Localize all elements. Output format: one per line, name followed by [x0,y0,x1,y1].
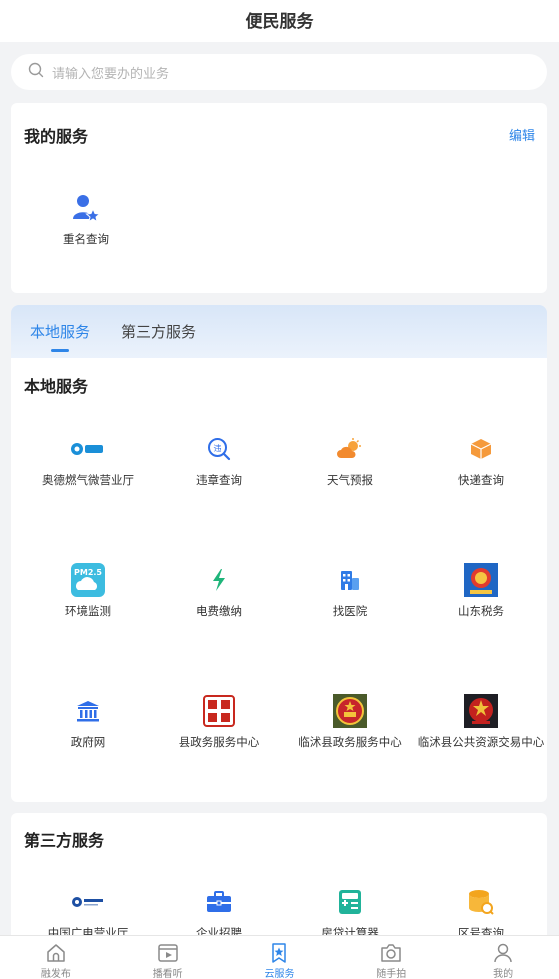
my-services-title: 我的服务 [24,127,89,146]
home-icon [45,943,67,963]
page-title: 便民服务 [0,0,559,42]
service-item-hospital[interactable]: 找医院 [285,563,415,619]
nav-item-cloud-service[interactable]: 云服务 [224,936,336,979]
nav-item-release[interactable]: 融发布 [0,936,112,979]
hospital-icon [333,563,367,597]
tab-third-party-services[interactable]: 第三方服务 [121,321,196,342]
party-emblem-icon [464,694,498,728]
service-tabs: 本地服务 第三方服务 [11,305,547,365]
edit-button[interactable]: 编辑 [509,125,535,144]
nav-label: 云服务 [264,969,295,979]
third-party-services-card: 第三方服务 中国广电营业厅 企业招聘 房贷计算器 区号查询 [11,813,547,953]
service-item-area-code[interactable]: 区号查询 [416,885,546,941]
nav-label: 融发布 [40,969,71,979]
government-building-icon [71,694,105,728]
nav-label: 随手拍 [376,969,407,979]
active-tab-indicator [51,349,69,352]
service-item-linshu-center[interactable]: 临沭县政务服务中心 [285,694,415,750]
database-search-icon [464,885,498,919]
service-item-express[interactable]: 快递查询 [416,432,546,488]
tab-local-services[interactable]: 本地服务 [30,321,90,342]
service-item-mortgage[interactable]: 房贷计算器 [285,885,415,941]
service-item-recruit[interactable]: 企业招聘 [154,885,284,941]
service-item-violation[interactable]: 违 违章查询 [154,432,284,488]
pm25-icon: PM2.5 [71,563,105,597]
service-item-electricity[interactable]: 电费缴纳 [154,563,284,619]
service-item-gov-website[interactable]: 政府网 [23,694,153,750]
service-label: 山东税务 [458,604,504,618]
service-label: 天气预报 [327,473,373,487]
calculator-icon [333,885,367,919]
briefcase-icon [202,885,236,919]
service-label: 快递查询 [458,473,504,487]
nav-item-watch[interactable]: 播看听 [112,936,224,979]
svg-text:违: 违 [214,444,222,453]
user-icon [492,943,514,963]
service-item-county-center[interactable]: 县政务服务中心 [154,694,284,750]
tax-emblem-icon [464,563,498,597]
national-emblem-icon [333,694,367,728]
my-services-card: 我的服务 编辑 重名查询 [11,103,547,293]
nav-item-mine[interactable]: 我的 [447,936,559,979]
service-item-weather[interactable]: 天气预报 [285,432,415,488]
service-item-broadnet[interactable]: 中国广电营业厅 [23,885,153,941]
nav-item-snapshot[interactable]: 随手拍 [335,936,447,979]
search-bar[interactable]: 请输入您要办的业务 [11,54,547,90]
local-services-title: 本地服务 [24,377,89,396]
service-label: 县政务服务中心 [178,735,260,749]
service-item-public-resource[interactable]: 临沭县公共资源交易中心 [416,694,546,750]
svg-text:PM2.5: PM2.5 [74,568,102,577]
video-icon [157,943,179,963]
weather-icon [333,432,367,466]
service-label: 临沭县政务服务中心 [298,735,402,749]
aode-gas-logo [71,432,105,466]
user-star-icon [69,191,103,225]
nav-label: 播看听 [152,969,183,979]
china-broadnet-logo [71,885,105,919]
lightning-icon [202,563,236,597]
service-label: 违章查询 [196,473,242,487]
violation-search-icon: 违 [202,432,236,466]
seal-icon [202,694,236,728]
camera-icon [380,943,402,963]
local-services-card: 本地服务 奥德燃气微营业厅 违 违章查询 天气预报 快递查询 PM2.5 环境监… [11,358,547,802]
bookmark-star-icon [268,943,290,963]
search-icon [28,62,44,82]
service-item-tax[interactable]: 山东税务 [416,563,546,619]
bottom-navigation: 融发布 播看听 云服务 随手拍 我的 [0,935,559,979]
service-label: 奥德燃气微营业厅 [42,473,134,487]
service-label: 重名查询 [63,232,109,246]
service-label: 电费缴纳 [196,604,242,618]
package-icon [464,432,498,466]
third-party-services-title: 第三方服务 [24,831,105,850]
service-item-gas[interactable]: 奥德燃气微营业厅 [23,432,153,488]
service-label: 找医院 [332,604,368,618]
search-placeholder: 请输入您要办的业务 [52,66,170,82]
service-label: 临沭县公共资源交易中心 [417,735,545,749]
service-label: 政府网 [70,735,106,749]
service-label: 环境监测 [65,604,111,618]
service-item-environment[interactable]: PM2.5 环境监测 [23,563,153,619]
nav-label: 我的 [493,969,514,979]
service-item-name-query[interactable]: 重名查询 [21,191,151,247]
